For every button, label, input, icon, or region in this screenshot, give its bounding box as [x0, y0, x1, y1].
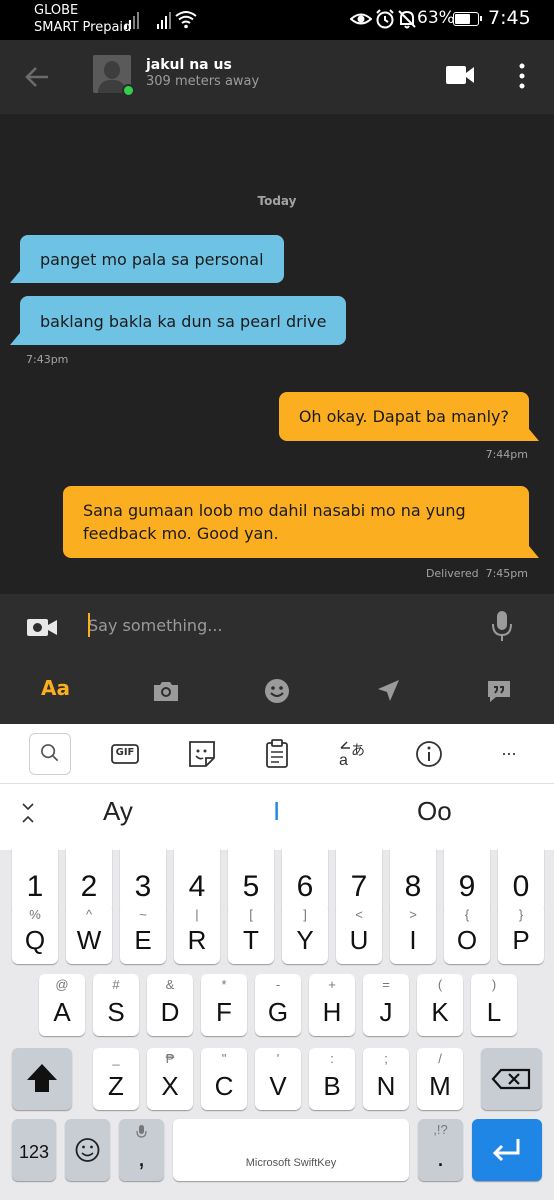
key-h[interactable]: + H: [309, 974, 355, 1036]
signal-2-icon: [153, 9, 173, 29]
key-n[interactable]: ; N: [363, 1048, 409, 1110]
key-a[interactable]: @ A: [39, 974, 85, 1036]
carrier-name-2: SMART Prepaid: [34, 20, 132, 35]
shift-key[interactable]: [12, 1048, 72, 1110]
more-icon[interactable]: ...: [493, 738, 525, 770]
key-e[interactable]: ~ E: [120, 904, 166, 964]
info-icon[interactable]: [413, 738, 445, 770]
enter-key[interactable]: [472, 1119, 542, 1181]
day-separator: Today: [257, 194, 297, 208]
suggestion-center[interactable]: I: [273, 796, 280, 827]
shift-icon: [27, 1064, 57, 1092]
gif-icon[interactable]: GIF: [109, 738, 141, 770]
comma-key[interactable]: ,: [119, 1119, 164, 1181]
key-f[interactable]: * F: [201, 974, 247, 1036]
key-w[interactable]: ^ W: [66, 904, 112, 964]
suggestion-left[interactable]: Ay: [103, 796, 133, 827]
key-s[interactable]: # S: [93, 974, 139, 1036]
key-y[interactable]: ] Y: [282, 904, 328, 964]
delivery-status: Delivered 7:45pm: [425, 567, 528, 580]
chat-toolbar: Aa: [0, 658, 554, 724]
saved-phrases-icon[interactable]: [484, 676, 514, 706]
keyboard: GIF a あ ... Ay I Oo 1234567 8 9 0 % Q ^ …: [0, 724, 554, 1200]
message-timestamp: 7:43pm: [26, 353, 69, 366]
backspace-icon: [491, 1068, 531, 1090]
key-b[interactable]: :B: [309, 1048, 355, 1110]
key-g[interactable]: -G: [255, 974, 301, 1036]
numbers-key[interactable]: 123: [12, 1119, 56, 1181]
key-r[interactable]: | R: [174, 904, 220, 964]
incoming-message[interactable]: panget mo pala sa personal: [10, 235, 284, 283]
svg-text:あ: あ: [351, 743, 365, 759]
outgoing-message[interactable]: Sana gumaan loob mo dahil nasabi mo na y…: [63, 486, 539, 558]
key-m[interactable]: / M: [417, 1048, 463, 1110]
key-x[interactable]: ₱ X: [147, 1048, 193, 1110]
key-z[interactable]: _ Z: [93, 1048, 139, 1110]
eye-icon: [350, 13, 372, 25]
sticker-face-icon[interactable]: [262, 676, 292, 706]
backspace-key[interactable]: [481, 1048, 542, 1110]
online-status-dot: [122, 84, 135, 97]
status-bar: GLOBE SMART Prepaid 63% 7:45: [0, 0, 554, 40]
key-d[interactable]: & D: [147, 974, 193, 1036]
keyboard-search-button[interactable]: [29, 733, 71, 775]
text-mode-button[interactable]: Aa: [41, 676, 73, 706]
search-icon: [41, 744, 59, 762]
key-c[interactable]: " C: [201, 1048, 247, 1110]
chat-history[interactable]: Today panget mo pala sa personal baklang…: [0, 114, 554, 594]
location-icon[interactable]: [373, 676, 403, 706]
keyboard-toolbar: GIF a あ ...: [0, 724, 554, 784]
collapse-keyboard-icon[interactable]: [20, 800, 36, 826]
text-caret: [88, 613, 90, 637]
wifi-icon: [175, 11, 197, 29]
emoji-key[interactable]: [65, 1119, 110, 1181]
translate-icon[interactable]: a あ: [337, 738, 369, 770]
carrier-name-1: GLOBE: [34, 3, 79, 18]
key-l[interactable]: ) L: [471, 974, 517, 1036]
more-options-icon[interactable]: [512, 62, 532, 90]
outgoing-message[interactable]: Oh okay. Dapat ba manly?: [278, 392, 540, 441]
suggestion-right[interactable]: Oo: [417, 796, 452, 827]
space-key[interactable]: Microsoft SwiftKey: [173, 1119, 409, 1181]
key-j[interactable]: = J: [363, 974, 409, 1036]
key-v[interactable]: ' V: [255, 1048, 301, 1110]
sticker-icon[interactable]: [186, 738, 218, 770]
key-i[interactable]: > I: [390, 904, 436, 964]
battery-icon: [453, 12, 482, 26]
signal-1-icon: [121, 9, 141, 29]
camera-icon[interactable]: [151, 676, 181, 706]
period-key[interactable]: ,!? .: [418, 1119, 463, 1181]
key-t[interactable]: [T: [228, 904, 274, 964]
enter-icon: [492, 1139, 520, 1162]
video-camera-icon[interactable]: [25, 614, 59, 640]
suggestion-bar: Ay I Oo: [0, 784, 554, 850]
clock: 7:45: [488, 7, 531, 29]
key-o[interactable]: {O: [444, 904, 490, 964]
incoming-message[interactable]: baklang bakla ka dun sa pearl drive: [9, 296, 347, 345]
back-arrow-icon[interactable]: [22, 62, 52, 92]
chat-header: jakul na us 309 meters away: [0, 40, 554, 114]
video-call-icon[interactable]: [444, 62, 476, 88]
battery-percent: 63%: [417, 8, 455, 28]
contact-distance: 309 meters away: [146, 74, 260, 89]
message-timestamp: 7:44pm: [485, 448, 528, 461]
contact-name[interactable]: jakul na us: [146, 57, 232, 73]
gif-label: GIF: [115, 747, 135, 758]
mute-bell-icon: [398, 10, 416, 29]
key-p[interactable]: } P: [498, 904, 544, 964]
emoji-icon: [75, 1138, 100, 1162]
svg-text:a: a: [339, 752, 348, 769]
message-input[interactable]: [88, 612, 468, 638]
message-input-bar: [0, 594, 554, 658]
clipboard-icon[interactable]: [261, 738, 293, 770]
microphone-icon[interactable]: [490, 609, 514, 643]
key-u[interactable]: < U: [336, 904, 382, 964]
key-q[interactable]: % Q: [12, 904, 58, 964]
alarm-icon: [376, 9, 394, 29]
key-k[interactable]: (K: [417, 974, 463, 1036]
